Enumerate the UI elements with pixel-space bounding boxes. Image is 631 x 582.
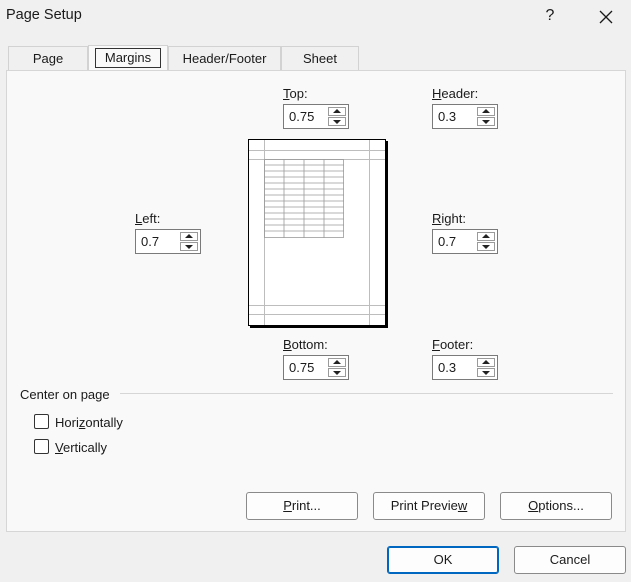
top-margin-value[interactable]: 0.75 <box>289 109 314 124</box>
vertically-label[interactable]: Vertically <box>55 440 107 455</box>
top-label: Top: <box>283 86 308 101</box>
top-margin-stepper[interactable]: 0.75 <box>283 104 349 129</box>
footer-label: Footer: <box>432 337 474 352</box>
bottom-margin-value[interactable]: 0.75 <box>289 360 314 375</box>
cancel-button[interactable]: Cancel <box>514 546 626 574</box>
tab-page[interactable]: Page <box>8 46 88 70</box>
tab-sheet[interactable]: Sheet <box>281 46 359 70</box>
right-margin-down-button[interactable] <box>477 242 495 251</box>
footer-margin-down-button[interactable] <box>477 368 495 377</box>
tab-sheet-label: Sheet <box>303 51 337 66</box>
page-preview <box>248 139 386 326</box>
bottom-label: Bottom: <box>283 337 328 352</box>
footer-margin-up-button[interactable] <box>477 358 495 367</box>
top-margin-down-button[interactable] <box>328 117 346 126</box>
tab-header-footer[interactable]: Header/Footer <box>168 46 281 70</box>
tab-header-footer-label: Header/Footer <box>182 51 267 66</box>
left-margin-value[interactable]: 0.7 <box>141 234 159 249</box>
tab-margins-label: Margins <box>94 48 162 68</box>
ok-button[interactable]: OK <box>387 546 499 574</box>
left-label: Left: <box>135 211 161 226</box>
tab-page-label: Page <box>32 51 64 66</box>
help-button[interactable]: ? <box>535 4 565 28</box>
header-margin-value[interactable]: 0.3 <box>438 109 456 124</box>
horizontally-label[interactable]: Horizontally <box>55 415 123 430</box>
horizontally-checkbox[interactable] <box>34 414 49 429</box>
top-margin-up-button[interactable] <box>328 107 346 116</box>
footer-margin-stepper[interactable]: 0.3 <box>432 355 498 380</box>
left-margin-up-button[interactable] <box>180 232 198 241</box>
right-margin-stepper[interactable]: 0.7 <box>432 229 498 254</box>
bottom-margin-stepper[interactable]: 0.75 <box>283 355 349 380</box>
header-label: Header: <box>432 86 479 101</box>
vertically-checkbox[interactable] <box>34 439 49 454</box>
tab-margins[interactable]: Margins <box>88 45 168 71</box>
print-preview-button[interactable]: Print Preview <box>373 492 485 520</box>
right-margin-value[interactable]: 0.7 <box>438 234 456 249</box>
header-margin-stepper[interactable]: 0.3 <box>432 104 498 129</box>
header-margin-down-button[interactable] <box>477 117 495 126</box>
right-label: Right: <box>432 211 466 226</box>
header-margin-up-button[interactable] <box>477 107 495 116</box>
footer-margin-value[interactable]: 0.3 <box>438 360 456 375</box>
options-button[interactable]: Options... <box>500 492 612 520</box>
section-divider <box>120 393 613 394</box>
print-button[interactable]: Print... <box>246 492 358 520</box>
bottom-margin-up-button[interactable] <box>328 358 346 367</box>
left-margin-down-button[interactable] <box>180 242 198 251</box>
close-button[interactable] <box>590 4 622 28</box>
left-margin-stepper[interactable]: 0.7 <box>135 229 201 254</box>
bottom-margin-down-button[interactable] <box>328 368 346 377</box>
preview-table-graphic <box>264 159 344 238</box>
right-margin-up-button[interactable] <box>477 232 495 241</box>
center-on-page-heading: Center on page <box>20 387 110 402</box>
close-icon <box>599 10 613 24</box>
dialog-title: Page Setup <box>6 7 82 23</box>
